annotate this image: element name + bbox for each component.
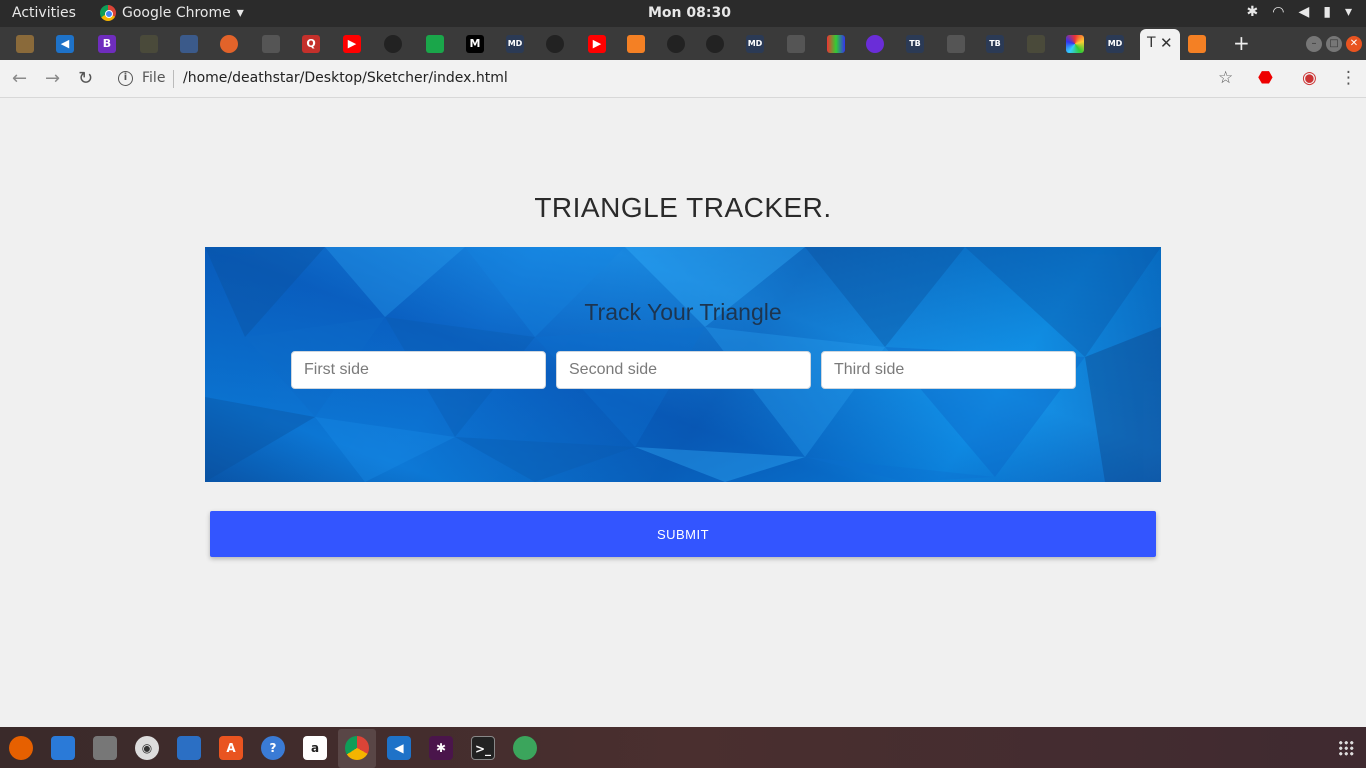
menu-icon[interactable]: ⋮ (1340, 68, 1357, 88)
third-side-input[interactable] (821, 351, 1076, 389)
close-window-icon[interactable]: ✕ (1346, 36, 1362, 52)
tab-favicon-icon[interactable] (827, 35, 845, 53)
codepen-tab-icon[interactable] (787, 35, 805, 53)
bootstrap-tab-icon[interactable]: B (98, 35, 116, 53)
tab-favicon-icon[interactable] (426, 35, 444, 53)
mdn-tab-icon[interactable]: MD (1106, 35, 1124, 53)
youtube-tab-icon[interactable]: ▶ (343, 35, 361, 53)
reload-icon[interactable]: ↻ (78, 68, 93, 89)
cloud-tab-icon[interactable] (180, 35, 198, 53)
maximize-icon[interactable]: □ (1326, 36, 1342, 52)
stackoverflow-tab-icon[interactable] (627, 35, 645, 53)
chevron-down-icon: ▾ (236, 5, 244, 21)
stackoverflow-tab-icon[interactable] (1188, 35, 1206, 53)
gnome-top-bar: Activities Google Chrome ▾ Mon 08:30 ✱ ◠… (0, 0, 1366, 27)
software-center-icon[interactable]: A (219, 736, 243, 760)
github-tab-icon[interactable] (384, 35, 402, 53)
file-label: File (142, 70, 166, 86)
wifi-icon[interactable]: ◠ (1272, 4, 1284, 20)
tab-favicon-icon[interactable]: TB (906, 35, 924, 53)
medium-tab-icon[interactable]: M (466, 35, 484, 53)
page-title: TRIANGLE TRACKER. (534, 192, 832, 223)
new-tab-button[interactable]: + (1233, 31, 1250, 55)
mdn-tab-icon[interactable]: MD (506, 35, 524, 53)
chrome-icon (100, 5, 116, 21)
back-arrow-icon[interactable]: ← (12, 68, 27, 89)
extension-icon[interactable]: ◉ (1302, 68, 1317, 88)
github-tab-icon[interactable] (546, 35, 564, 53)
amazon-icon[interactable]: a (303, 736, 327, 760)
hero-heading: Track Your Triangle (584, 299, 782, 325)
tab-favicon-icon[interactable]: TB (986, 35, 1004, 53)
blank-tab-icon[interactable] (262, 35, 280, 53)
github-tab-icon[interactable] (667, 35, 685, 53)
quora-tab-icon[interactable]: Q (302, 35, 320, 53)
info-icon[interactable]: i (118, 71, 133, 86)
forward-arrow-icon[interactable]: → (45, 68, 60, 89)
show-applications-icon[interactable] (1338, 740, 1354, 756)
app-name: Google Chrome (122, 5, 231, 21)
submit-button[interactable]: SUBMIT (210, 511, 1156, 557)
page-content: TRIANGLE TRACKER. Track Your Triangle Fi… (0, 99, 1366, 727)
help-icon[interactable]: ? (261, 736, 285, 760)
active-tab-title: T (1147, 35, 1156, 51)
dock: ◉ A ? a ◀ ✱ >_ (0, 727, 1366, 768)
vscode-icon[interactable]: ◀ (387, 736, 411, 760)
files-icon[interactable] (93, 736, 117, 760)
close-icon[interactable]: ✕ (1160, 34, 1173, 52)
system-tray[interactable]: ✱ ◠ ◀ ▮ ▾ (1247, 4, 1352, 20)
chrome-icon[interactable] (345, 736, 369, 760)
slack-icon[interactable]: ✱ (429, 736, 453, 760)
vscode-tab-icon[interactable]: ◀ (56, 35, 74, 53)
mdn-tab-icon[interactable]: MD (746, 35, 764, 53)
address-bar[interactable]: /home/deathstar/Desktop/Sketcher/index.h… (183, 70, 508, 86)
youtube-tab-icon[interactable]: ▶ (588, 35, 606, 53)
blank-tab-icon[interactable] (947, 35, 965, 53)
tab-favicon-icon[interactable] (16, 35, 34, 53)
firefox-icon[interactable] (9, 736, 33, 760)
thunderbird-icon[interactable] (51, 736, 75, 760)
battery-icon[interactable]: ▮ (1323, 4, 1331, 20)
first-side-input[interactable] (291, 351, 546, 389)
tab-favicon-icon[interactable] (1066, 35, 1084, 53)
adblock-icon[interactable]: ⬣ (1258, 68, 1273, 88)
second-side-input[interactable] (556, 351, 811, 389)
gitkraken-icon[interactable] (513, 736, 537, 760)
github-tab-icon[interactable] (706, 35, 724, 53)
libreoffice-icon[interactable] (177, 736, 201, 760)
active-tab[interactable]: T ✕ (1140, 29, 1180, 60)
activities-button[interactable]: Activities (12, 5, 76, 21)
tab-favicon-icon[interactable] (866, 35, 884, 53)
slack-icon[interactable]: ✱ (1247, 4, 1259, 20)
clock[interactable]: Mon 08:30 (648, 5, 731, 21)
divider (173, 70, 174, 88)
star-icon[interactable]: ☆ (1218, 68, 1233, 88)
chevron-down-icon[interactable]: ▾ (1345, 4, 1352, 20)
browser-toolbar: ← → ↻ i File /home/deathstar/Desktop/Ske… (0, 60, 1366, 98)
terminal-icon[interactable]: >_ (471, 736, 495, 760)
minimize-icon[interactable]: – (1306, 36, 1322, 52)
rhythmbox-icon[interactable]: ◉ (135, 736, 159, 760)
hero-section: Track Your Triangle (205, 247, 1161, 482)
volume-icon[interactable]: ◀ (1298, 4, 1309, 20)
tab-favicon-icon[interactable] (140, 35, 158, 53)
tab-favicon-icon[interactable] (1027, 35, 1045, 53)
app-menu[interactable]: Google Chrome ▾ (100, 5, 244, 21)
firefox-tab-icon[interactable] (220, 35, 238, 53)
